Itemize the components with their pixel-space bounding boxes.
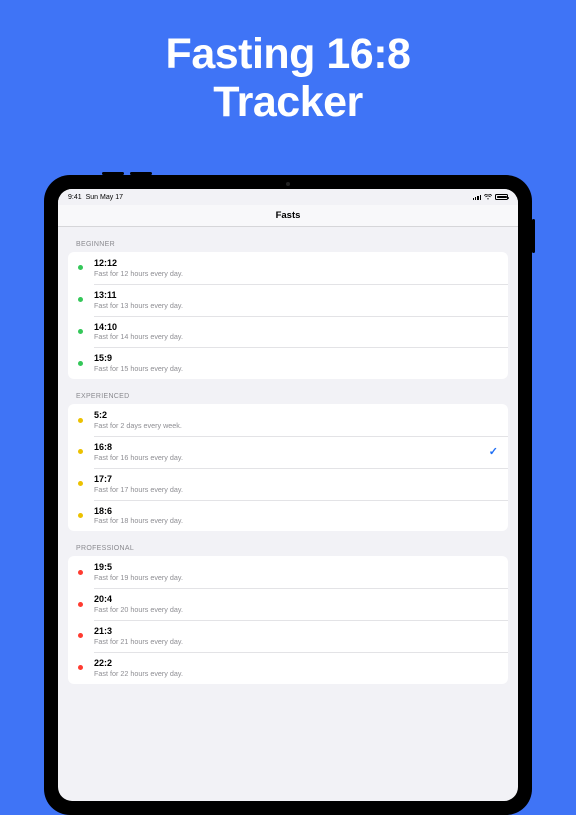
- camera-dot: [286, 182, 290, 186]
- fast-title: 13:11: [94, 290, 498, 301]
- battery-icon: [495, 194, 508, 200]
- nav-bar: Fasts: [58, 205, 518, 227]
- difficulty-dot-icon: [78, 481, 83, 486]
- difficulty-dot-icon: [78, 602, 83, 607]
- wifi-icon: [484, 194, 492, 200]
- fast-subtitle: Fast for 16 hours every day.: [94, 453, 483, 462]
- power-button: [532, 219, 535, 253]
- difficulty-dot-icon: [78, 297, 83, 302]
- difficulty-dot-icon: [78, 418, 83, 423]
- fast-title: 19:5: [94, 562, 498, 573]
- promo-title: Fasting 16:8 Tracker: [0, 0, 576, 126]
- list-item[interactable]: 16:8 Fast for 16 hours every day. ✓: [68, 436, 508, 468]
- list-item[interactable]: 13:11 Fast for 13 hours every day.: [68, 284, 508, 316]
- fast-subtitle: Fast for 12 hours every day.: [94, 269, 498, 278]
- fast-title: 18:6: [94, 506, 498, 517]
- promo-line2: Tracker: [213, 78, 363, 126]
- tablet-frame: 9:41 Sun May 17 Fasts BEGINNER 1: [44, 175, 532, 815]
- signal-icon: [473, 195, 481, 200]
- list-item[interactable]: 5:2 Fast for 2 days every week.: [68, 404, 508, 436]
- difficulty-dot-icon: [78, 329, 83, 334]
- fast-subtitle: Fast for 15 hours every day.: [94, 364, 498, 373]
- list-item[interactable]: 14:10 Fast for 14 hours every day.: [68, 316, 508, 348]
- fast-title: 21:3: [94, 626, 498, 637]
- fast-subtitle: Fast for 22 hours every day.: [94, 669, 498, 678]
- list-item[interactable]: 20:4 Fast for 20 hours every day.: [68, 588, 508, 620]
- section-header-professional: PROFESSIONAL: [68, 531, 508, 556]
- status-time: 9:41: [68, 194, 82, 201]
- difficulty-dot-icon: [78, 265, 83, 270]
- list-item[interactable]: 18:6 Fast for 18 hours every day.: [68, 500, 508, 532]
- fast-subtitle: Fast for 17 hours every day.: [94, 485, 498, 494]
- difficulty-dot-icon: [78, 513, 83, 518]
- difficulty-dot-icon: [78, 633, 83, 638]
- status-bar: 9:41 Sun May 17: [58, 189, 518, 205]
- fast-subtitle: Fast for 2 days every week.: [94, 421, 498, 430]
- fast-title: 15:9: [94, 353, 498, 364]
- fast-title: 14:10: [94, 322, 498, 333]
- list-item[interactable]: 17:7 Fast for 17 hours every day.: [68, 468, 508, 500]
- difficulty-dot-icon: [78, 665, 83, 670]
- fast-subtitle: Fast for 21 hours every day.: [94, 637, 498, 646]
- fast-title: 17:7: [94, 474, 498, 485]
- section-professional: 19:5 Fast for 19 hours every day. 20:4 F…: [68, 556, 508, 683]
- fast-subtitle: Fast for 20 hours every day.: [94, 605, 498, 614]
- fast-title: 5:2: [94, 410, 498, 421]
- list-item[interactable]: 22:2 Fast for 22 hours every day.: [68, 652, 508, 684]
- list-item[interactable]: 19:5 Fast for 19 hours every day.: [68, 556, 508, 588]
- fast-subtitle: Fast for 19 hours every day.: [94, 573, 498, 582]
- fast-title: 16:8: [94, 442, 483, 453]
- difficulty-dot-icon: [78, 570, 83, 575]
- section-header-experienced: EXPERIENCED: [68, 379, 508, 404]
- volume-up-button: [102, 172, 124, 175]
- fast-subtitle: Fast for 13 hours every day.: [94, 301, 498, 310]
- checkmark-icon: ✓: [489, 445, 498, 458]
- difficulty-dot-icon: [78, 361, 83, 366]
- promo-line1: Fasting 16:8: [166, 30, 411, 78]
- list-item[interactable]: 15:9 Fast for 15 hours every day.: [68, 347, 508, 379]
- content-area: BEGINNER 12:12 Fast for 12 hours every d…: [58, 227, 518, 684]
- fast-title: 12:12: [94, 258, 498, 269]
- difficulty-dot-icon: [78, 449, 83, 454]
- fast-title: 20:4: [94, 594, 498, 605]
- fast-title: 22:2: [94, 658, 498, 669]
- list-item[interactable]: 21:3 Fast for 21 hours every day.: [68, 620, 508, 652]
- fast-subtitle: Fast for 14 hours every day.: [94, 332, 498, 341]
- section-beginner: 12:12 Fast for 12 hours every day. 13:11…: [68, 252, 508, 379]
- section-header-beginner: BEGINNER: [68, 227, 508, 252]
- status-date: Sun May 17: [86, 194, 123, 201]
- list-item[interactable]: 12:12 Fast for 12 hours every day.: [68, 252, 508, 284]
- section-experienced: 5:2 Fast for 2 days every week. 16:8 Fas…: [68, 404, 508, 531]
- screen: 9:41 Sun May 17 Fasts BEGINNER 1: [58, 189, 518, 801]
- page-title: Fasts: [276, 210, 301, 221]
- volume-down-button: [130, 172, 152, 175]
- fast-subtitle: Fast for 18 hours every day.: [94, 516, 498, 525]
